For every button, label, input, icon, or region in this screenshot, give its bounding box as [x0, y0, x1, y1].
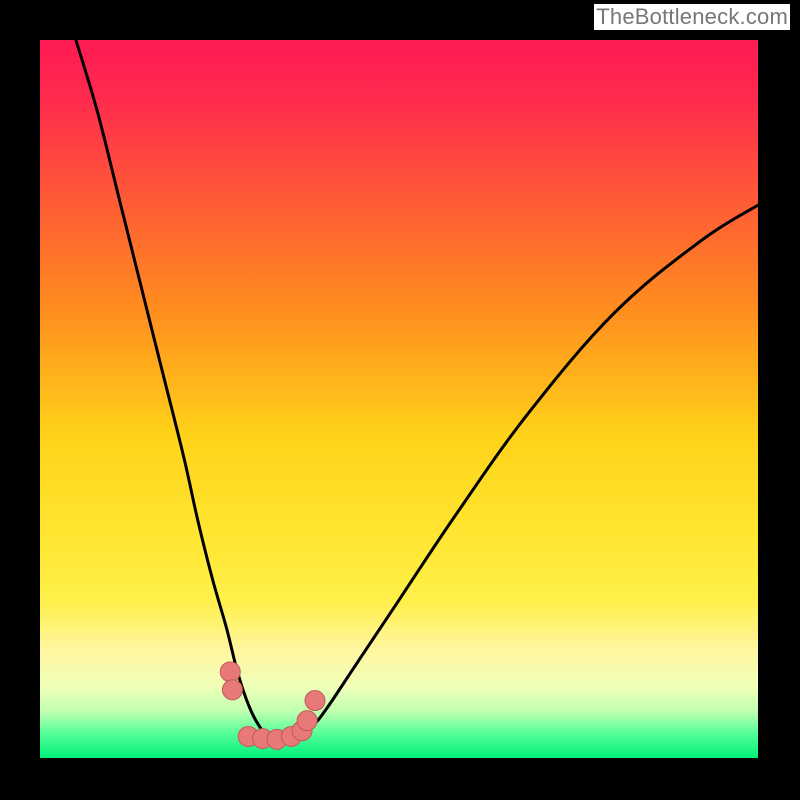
sample-dot	[305, 691, 325, 711]
heatmap-background	[40, 40, 758, 758]
plot-area	[40, 40, 758, 758]
attribution-label: TheBottleneck.com	[594, 4, 790, 30]
bottleneck-chart	[40, 40, 758, 758]
sample-dot	[297, 711, 317, 731]
sample-dot	[220, 662, 240, 682]
sample-dot	[222, 680, 242, 700]
outer-frame: TheBottleneck.com	[0, 0, 800, 800]
